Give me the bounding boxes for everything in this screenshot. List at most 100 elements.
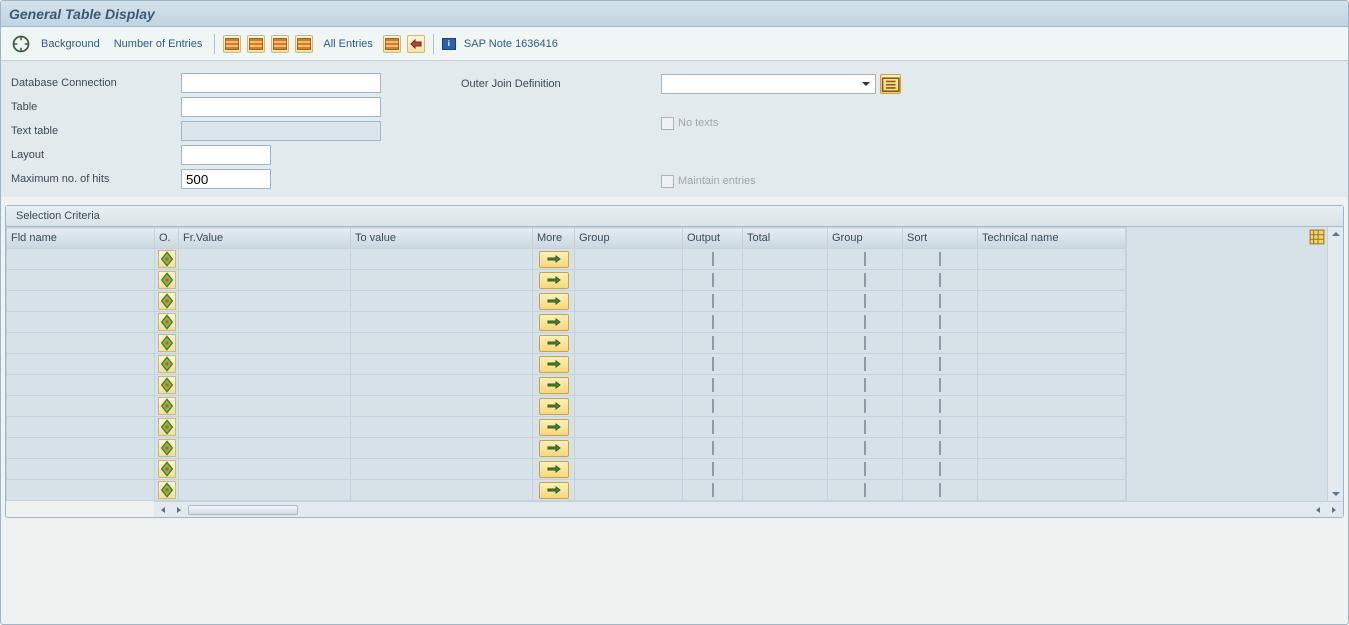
output-checkbox[interactable] [712, 336, 714, 350]
option-icon[interactable] [158, 292, 176, 310]
cell-group-entry[interactable] [575, 417, 683, 438]
group-checkbox[interactable] [864, 315, 866, 329]
cell-fr-value[interactable] [179, 312, 351, 333]
output-checkbox[interactable] [712, 294, 714, 308]
cell-tech-name[interactable] [978, 375, 1126, 396]
option-icon[interactable] [158, 439, 176, 457]
cell-to-value[interactable] [351, 438, 533, 459]
col-group-cb[interactable]: Group [828, 228, 903, 249]
cell-more[interactable] [533, 438, 575, 459]
more-arrow-icon[interactable] [539, 482, 569, 499]
cell-to-value[interactable] [351, 354, 533, 375]
option-icon[interactable] [158, 460, 176, 478]
cell-option[interactable] [155, 249, 179, 270]
output-checkbox[interactable] [712, 399, 714, 413]
more-arrow-icon[interactable] [539, 356, 569, 373]
scroll-right-icon[interactable] [172, 504, 186, 516]
output-checkbox[interactable] [712, 378, 714, 392]
cell-total[interactable] [743, 480, 828, 501]
cell-fr-value[interactable] [179, 333, 351, 354]
sort-checkbox[interactable] [939, 378, 941, 392]
cell-fr-value[interactable] [179, 480, 351, 501]
cell-more[interactable] [533, 270, 575, 291]
cell-total[interactable] [743, 333, 828, 354]
cell-total[interactable] [743, 270, 828, 291]
group-checkbox[interactable] [864, 420, 866, 434]
cell-group-entry[interactable] [575, 270, 683, 291]
all-entries-button[interactable]: All Entries [319, 38, 377, 50]
cell-more[interactable] [533, 249, 575, 270]
output-checkbox[interactable] [712, 420, 714, 434]
cell-total[interactable] [743, 312, 828, 333]
toolbar-icon-4[interactable] [295, 35, 313, 53]
scroll-up-icon[interactable] [1329, 227, 1343, 241]
scroll-left-end-icon[interactable] [1311, 504, 1325, 516]
cell-to-value[interactable] [351, 333, 533, 354]
background-button[interactable]: Background [37, 38, 104, 50]
toolbar-icon-3[interactable] [271, 35, 289, 53]
toolbar-icon-5[interactable] [383, 35, 401, 53]
cell-total[interactable] [743, 459, 828, 480]
col-fr-value[interactable]: Fr.Value [179, 228, 351, 249]
cell-fr-value[interactable] [179, 270, 351, 291]
cell-option[interactable] [155, 480, 179, 501]
cell-total[interactable] [743, 291, 828, 312]
more-arrow-icon[interactable] [539, 461, 569, 478]
cell-more[interactable] [533, 333, 575, 354]
cell-group-entry[interactable] [575, 291, 683, 312]
sort-checkbox[interactable] [939, 294, 941, 308]
cell-group-entry[interactable] [575, 249, 683, 270]
output-checkbox[interactable] [712, 357, 714, 371]
group-checkbox[interactable] [864, 357, 866, 371]
cell-more[interactable] [533, 291, 575, 312]
more-arrow-icon[interactable] [539, 335, 569, 352]
sort-checkbox[interactable] [939, 399, 941, 413]
cell-group-entry[interactable] [575, 312, 683, 333]
cell-fld-name[interactable] [7, 396, 155, 417]
sort-checkbox[interactable] [939, 273, 941, 287]
cell-tech-name[interactable] [978, 459, 1126, 480]
cell-total[interactable] [743, 438, 828, 459]
outer-join-select[interactable] [661, 74, 876, 94]
more-arrow-icon[interactable] [539, 398, 569, 415]
cell-fr-value[interactable] [179, 459, 351, 480]
group-checkbox[interactable] [864, 252, 866, 266]
cell-group-entry[interactable] [575, 354, 683, 375]
sort-checkbox[interactable] [939, 336, 941, 350]
cell-fld-name[interactable] [7, 354, 155, 375]
option-icon[interactable] [158, 481, 176, 499]
cell-tech-name[interactable] [978, 333, 1126, 354]
cell-option[interactable] [155, 333, 179, 354]
sort-checkbox[interactable] [939, 483, 941, 497]
cell-fr-value[interactable] [179, 396, 351, 417]
output-checkbox[interactable] [712, 462, 714, 476]
cell-tech-name[interactable] [978, 291, 1126, 312]
more-arrow-icon[interactable] [539, 419, 569, 436]
col-output[interactable]: Output [683, 228, 743, 249]
cell-more[interactable] [533, 354, 575, 375]
cell-tech-name[interactable] [978, 480, 1126, 501]
cell-group-entry[interactable] [575, 438, 683, 459]
group-checkbox[interactable] [864, 462, 866, 476]
scroll-down-icon[interactable] [1329, 487, 1343, 501]
cell-group-entry[interactable] [575, 480, 683, 501]
toolbar-icon-1[interactable] [223, 35, 241, 53]
sort-checkbox[interactable] [939, 315, 941, 329]
option-icon[interactable] [158, 355, 176, 373]
option-icon[interactable] [158, 250, 176, 268]
cell-option[interactable] [155, 417, 179, 438]
more-arrow-icon[interactable] [539, 272, 569, 289]
col-to-value[interactable]: To value [351, 228, 533, 249]
cell-fld-name[interactable] [7, 249, 155, 270]
cell-fld-name[interactable] [7, 438, 155, 459]
cell-fld-name[interactable] [7, 333, 155, 354]
col-sort[interactable]: Sort [903, 228, 978, 249]
number-of-entries-button[interactable]: Number of Entries [110, 38, 207, 50]
cell-fld-name[interactable] [7, 417, 155, 438]
option-icon[interactable] [158, 313, 176, 331]
cell-to-value[interactable] [351, 270, 533, 291]
cell-total[interactable] [743, 375, 828, 396]
output-checkbox[interactable] [712, 441, 714, 455]
cell-total[interactable] [743, 417, 828, 438]
cell-group-entry[interactable] [575, 375, 683, 396]
